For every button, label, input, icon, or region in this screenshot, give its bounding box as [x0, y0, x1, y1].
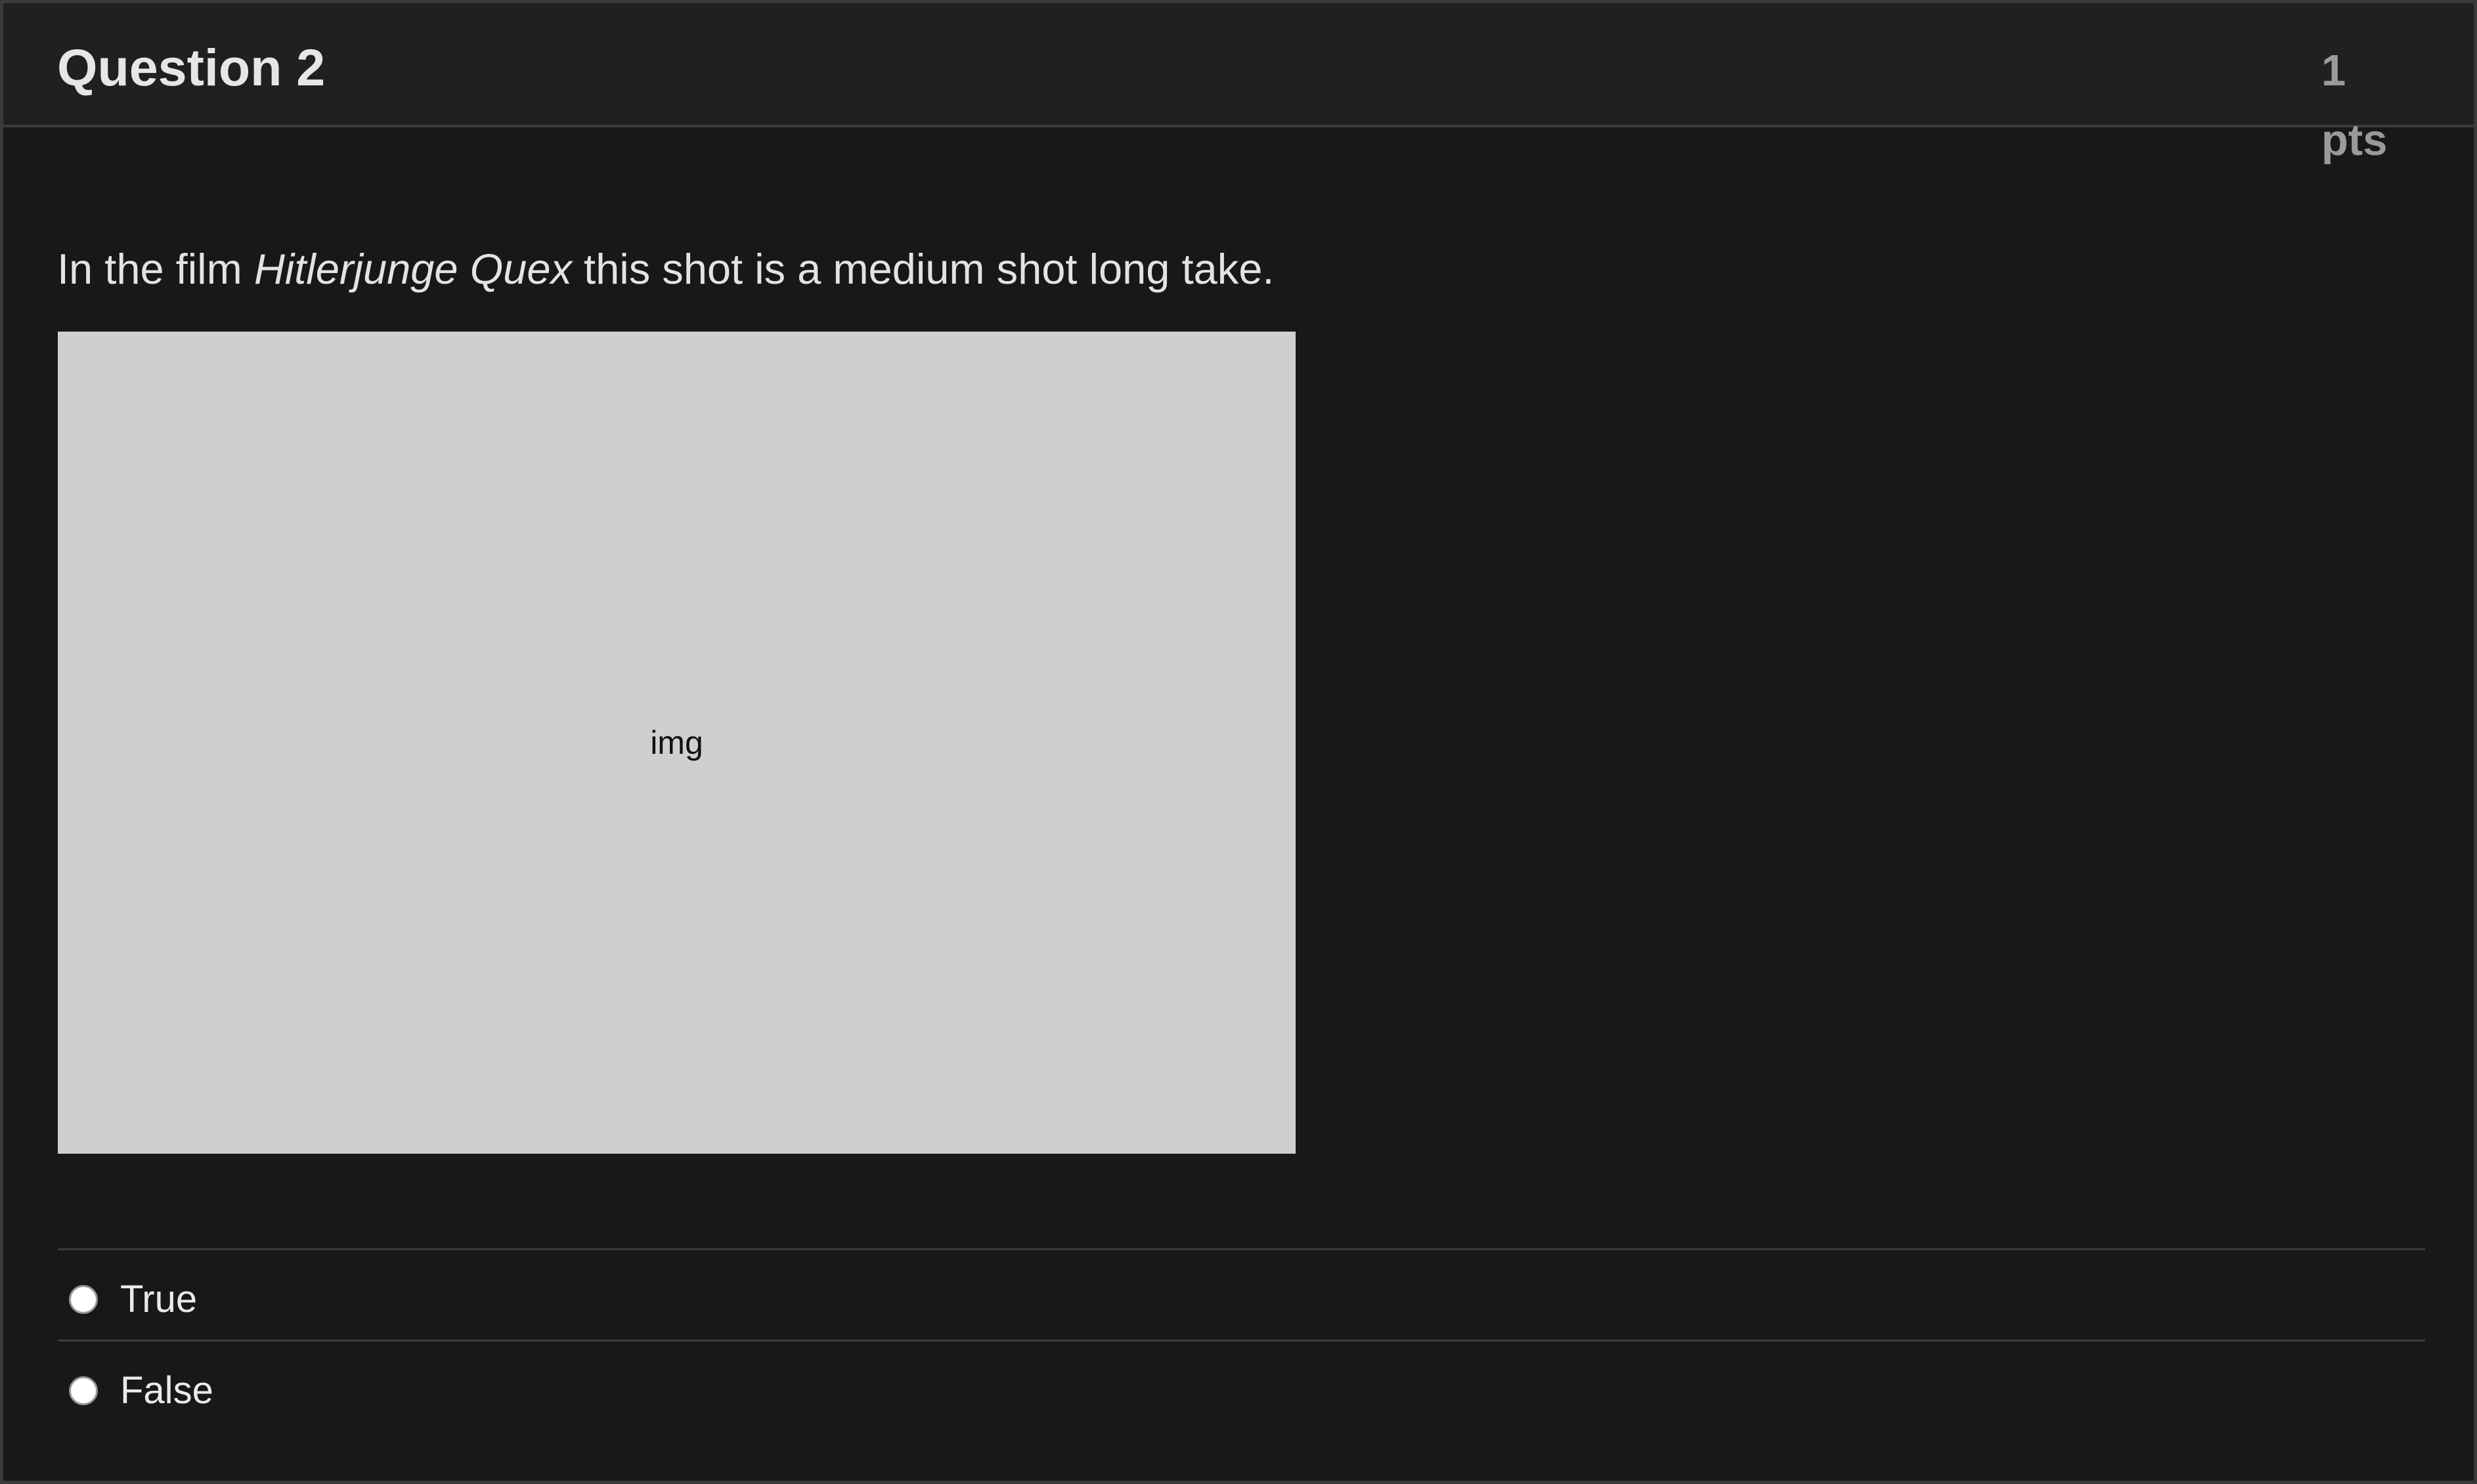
question-prompt: In the film Hitlerjunge Quex this shot i…: [57, 240, 1274, 299]
question-title: Question 2: [57, 38, 326, 97]
answer-true[interactable]: True: [69, 1270, 197, 1329]
answer-true-label: True: [120, 1278, 198, 1320]
question-text-after: this shot is a medium shot long take.: [571, 245, 1275, 293]
question-card: Question 2 1 pts In the film Hitlerjunge…: [0, 0, 2477, 1484]
question-text-before: In the film: [57, 245, 254, 293]
answer-true-radio[interactable]: [69, 1285, 98, 1314]
points-unit: pts: [2321, 116, 2388, 165]
answer-divider: [58, 1340, 2425, 1342]
question-header: Question 2 1 pts: [3, 3, 2474, 165]
answer-false[interactable]: False: [69, 1361, 213, 1420]
question-image-placeholder: img: [58, 332, 1296, 1154]
answer-false-label: False: [120, 1369, 213, 1412]
answer-false-radio[interactable]: [69, 1376, 98, 1405]
points-value: 1: [2321, 46, 2346, 95]
image-placeholder-label: img: [650, 724, 703, 761]
answer-divider: [58, 1248, 2425, 1250]
question-points: 1 pts: [2321, 36, 2420, 175]
film-title: Hitlerjunge Quex: [253, 245, 572, 293]
